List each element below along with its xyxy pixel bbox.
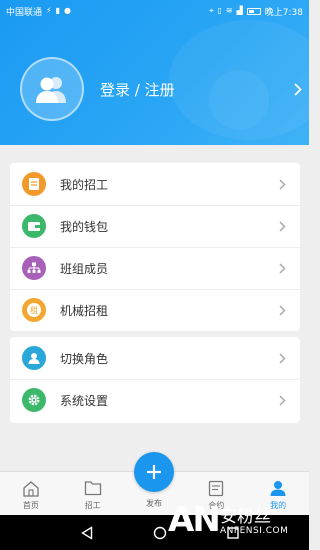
menu-card-secondary: 切换角色 系统设置 [10,337,300,423]
watermark: AN 安粉丝 ANFENSI.COM [168,500,309,550]
menu-item-switch-role[interactable]: 切换角色 [10,337,300,379]
tab-label: 首页 [22,501,39,510]
menu-item-label: 班组成员 [60,261,109,276]
vibrate-icon: ▯ [217,6,222,15]
org-chart-icon [22,256,46,280]
carrier-label: 中国联通 [6,7,43,18]
menu-item-my-recruitment[interactable]: 我的招工 [10,163,300,205]
menu-item-label: 机械招租 [60,303,109,318]
contract-icon [206,478,226,498]
watermark-text: 安粉丝 [220,507,271,527]
profile-header: 中国联通 ⚡ ▮ ● ⌖ ▯ ≋ ▟ 晚上7:38 登录 / 注册 [0,0,309,145]
signal-icon: ▟ [236,6,243,15]
status-bar: 中国联通 ⚡ ▮ ● ⌖ ▯ ≋ ▟ 晚上7:38 [0,0,309,22]
clock: 晚上7:38 [264,7,303,18]
chevron-right-icon [274,176,290,192]
watermark-url: ANFENSI.COM [220,526,289,536]
watermark-logo: AN [168,500,221,540]
notification-icon: ▮ [55,6,61,15]
menu-item-system-settings[interactable]: 系统设置 [10,379,300,421]
gear-icon [22,388,46,412]
document-icon [22,172,46,196]
wifi-icon: ≋ [225,6,233,15]
switch-role-icon [22,346,46,370]
login-register-label[interactable]: 登录 / 注册 [100,79,291,100]
folder-icon [83,478,103,498]
menu-item-label: 系统设置 [60,393,109,408]
menu-item-label: 我的招工 [60,177,109,192]
tab-jobs[interactable]: 招工 [62,472,124,515]
user-icon [268,478,288,498]
chevron-right-icon [274,302,290,318]
menu-item-my-wallet[interactable]: 我的钱包 [10,205,300,247]
usb-icon: ⚡ [46,6,52,15]
menu-item-label: 切换角色 [60,351,109,366]
menu-item-team-members[interactable]: 班组成员 [10,247,300,289]
menu-item-machinery-rental[interactable]: 租 机械招租 [10,289,300,331]
battery-icon [246,7,261,15]
users-icon [36,77,66,103]
wallet-icon [22,214,46,238]
chevron-right-icon [274,350,290,366]
tab-home[interactable]: 首页 [0,472,62,515]
menu-item-label: 我的钱包 [60,219,109,234]
chevron-right-icon [291,82,305,96]
tab-label: 招工 [84,501,101,510]
plus-icon [147,465,161,479]
avatar[interactable] [20,57,84,121]
chevron-right-icon [274,218,290,234]
chevron-right-icon [274,260,290,276]
rent-icon: 租 [22,298,46,322]
chevron-right-icon [274,392,290,408]
rent-badge: 租 [27,303,41,317]
login-register-row[interactable]: 登录 / 注册 [20,57,305,121]
home-icon [21,478,41,498]
back-icon[interactable] [78,524,96,542]
menu-card-primary: 我的招工 我的钱包 班组成员 租 机械招租 [10,163,300,331]
publish-button[interactable] [134,452,174,492]
home-circle-icon[interactable] [151,524,169,542]
chat-icon: ● [64,6,72,15]
location-icon: ⌖ [209,6,214,15]
